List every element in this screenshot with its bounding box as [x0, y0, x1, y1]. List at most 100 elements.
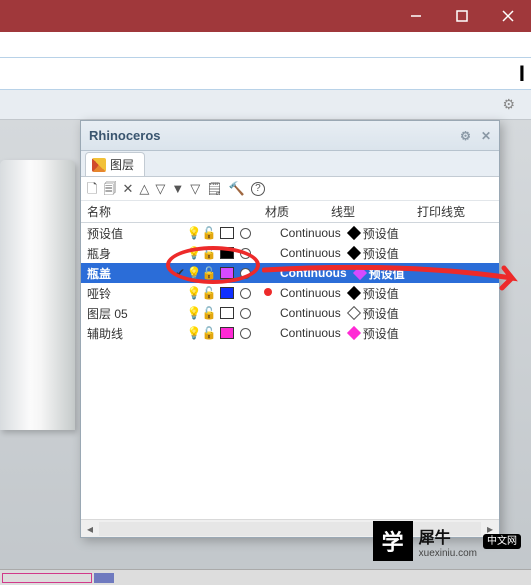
layer-name: 图层 05: [87, 305, 173, 322]
layer-name: 哑铃: [87, 285, 173, 302]
lock-icon[interactable]: 🔓: [201, 306, 217, 320]
layer-rows: 预设值💡🔓Continuous预设值瓶身💡🔓Continuous预设值瓶盖✔💡🔓…: [81, 223, 499, 485]
col-printwidth[interactable]: 打印线宽: [411, 203, 499, 220]
tab-label: 图层: [110, 156, 134, 173]
watermark-glyph: 学: [373, 521, 413, 561]
visibility-icon[interactable]: 💡: [187, 306, 201, 320]
printcolor-swatch[interactable]: [347, 326, 361, 340]
layer-row[interactable]: 图层 05 💡🔓 Continuous 预设值: [81, 303, 499, 323]
lock-icon[interactable]: 🔓: [201, 286, 217, 300]
move-up-icon[interactable]: △: [139, 182, 149, 195]
color-swatch[interactable]: [220, 247, 234, 259]
maximize-button[interactable]: [439, 0, 485, 32]
model-cylinder: [0, 160, 75, 430]
panel-gear-icon[interactable]: ⚙: [460, 129, 471, 143]
scroll-left-icon[interactable]: ◂: [81, 522, 99, 536]
lock-icon[interactable]: 🔓: [201, 266, 217, 280]
lock-icon[interactable]: 🔓: [201, 326, 217, 340]
printwidth-value[interactable]: 预设值: [363, 225, 399, 242]
props-icon[interactable]: 🗒: [206, 182, 223, 195]
printwidth-value[interactable]: 预设值: [369, 265, 405, 282]
printwidth-value[interactable]: 预设值: [363, 245, 399, 262]
copy-layer-icon[interactable]: 🗐: [103, 182, 116, 195]
layer-name: 瓶盖: [87, 265, 173, 282]
lock-icon[interactable]: 🔓: [201, 246, 217, 260]
close-button[interactable]: [485, 0, 531, 32]
layer-row[interactable]: 瓶盖✔💡🔓 Continuous 预设值: [81, 263, 499, 283]
color-swatch[interactable]: [220, 327, 234, 339]
layer-row[interactable]: 瓶身💡🔓Continuous预设值: [81, 243, 499, 263]
funnel-icon[interactable]: ▽: [190, 182, 200, 195]
visibility-icon[interactable]: 💡: [187, 286, 201, 300]
layer-toolbar: 🗋 🗐 ✕ △ ▽ ▼ ▽ 🗒 🔨 ?: [81, 177, 499, 201]
color-swatch[interactable]: [220, 287, 234, 299]
delete-layer-icon[interactable]: ✕: [122, 182, 133, 195]
panel-header[interactable]: Rhinoceros ⚙ ✕: [81, 121, 499, 151]
window-titlebar: [0, 0, 531, 32]
linetype-value[interactable]: Continuous: [254, 266, 347, 280]
material-swatch[interactable]: [240, 328, 251, 339]
color-swatch[interactable]: [220, 307, 234, 319]
new-layer-icon[interactable]: 🗋: [87, 182, 97, 195]
move-down-icon[interactable]: ▽: [155, 182, 165, 195]
color-swatch[interactable]: [220, 267, 234, 279]
printwidth-value[interactable]: 预设值: [363, 285, 399, 302]
color-swatch[interactable]: [220, 227, 234, 239]
layers-panel: Rhinoceros ⚙ ✕ 图层 🗋 🗐 ✕ △ ▽ ▼ ▽ 🗒 🔨 ? 名: [80, 120, 500, 538]
watermark-url: xuexiniu.com: [419, 548, 477, 559]
layer-name: 辅助线: [87, 325, 173, 342]
linetype-value[interactable]: Continuous: [254, 226, 341, 240]
status-seg-1: [2, 573, 92, 583]
viewport[interactable]: Rhinoceros ⚙ ✕ 图层 🗋 🗐 ✕ △ ▽ ▼ ▽ 🗒 🔨 ? 名: [0, 120, 531, 585]
menubar: [0, 32, 531, 58]
tab-layers[interactable]: 图层: [85, 152, 145, 176]
printwidth-value[interactable]: 预设值: [363, 305, 399, 322]
status-strip: [0, 569, 531, 585]
visibility-icon[interactable]: 💡: [187, 226, 201, 240]
current-layer-icon[interactable]: ✔: [173, 266, 187, 280]
panel-close-icon[interactable]: ✕: [481, 129, 491, 143]
linetype-value[interactable]: Continuous: [254, 286, 341, 300]
panel-tabbar: 图层: [81, 151, 499, 177]
layer-row[interactable]: 哑铃 💡🔓 Continuous 预设值: [81, 283, 499, 303]
status-seg-2: [94, 573, 114, 583]
column-headers: 名称 材质 线型 打印线宽: [81, 201, 499, 223]
gear-icon[interactable]: ⚙: [502, 96, 515, 113]
help-icon[interactable]: ?: [251, 182, 265, 196]
col-linetype[interactable]: 线型: [325, 203, 411, 220]
text-cursor: I: [519, 61, 525, 87]
printwidth-value[interactable]: 预设值: [363, 325, 399, 342]
watermark-text: 犀牛: [419, 524, 451, 548]
printcolor-swatch[interactable]: [347, 226, 361, 240]
layers-icon: [92, 158, 106, 172]
material-swatch[interactable]: [240, 228, 251, 239]
layer-row[interactable]: 辅助线 💡🔓 Continuous 预设值: [81, 323, 499, 343]
layer-name: 预设值: [87, 225, 173, 242]
lock-icon[interactable]: 🔓: [201, 226, 217, 240]
visibility-icon[interactable]: 💡: [187, 266, 201, 280]
printcolor-swatch[interactable]: [353, 266, 367, 280]
watermark: 学 犀牛 xuexiniu.com 中文网: [373, 521, 521, 561]
material-swatch[interactable]: [240, 248, 251, 259]
col-material[interactable]: 材质: [229, 203, 325, 220]
material-swatch[interactable]: [240, 268, 251, 279]
layer-row[interactable]: 预设值 💡🔓 Continuous 预设值: [81, 223, 499, 243]
watermark-badge: 中文网: [483, 534, 521, 549]
printcolor-swatch[interactable]: [347, 286, 361, 300]
minimize-button[interactable]: [393, 0, 439, 32]
material-swatch[interactable]: [240, 308, 251, 319]
visibility-icon[interactable]: 💡: [187, 326, 201, 340]
printcolor-swatch[interactable]: [347, 246, 361, 260]
panel-title: Rhinoceros: [89, 128, 161, 143]
filter-icon[interactable]: ▼: [171, 182, 184, 195]
printcolor-swatch[interactable]: [347, 306, 361, 320]
linetype-value[interactable]: Continuous: [254, 306, 341, 320]
linetype-value[interactable]: Continuous: [254, 326, 341, 340]
col-name[interactable]: 名称: [81, 203, 229, 220]
linetype-value[interactable]: Continuous: [254, 246, 341, 260]
tools-icon[interactable]: 🔨: [229, 182, 245, 195]
material-swatch[interactable]: [240, 288, 251, 299]
command-strip: I: [0, 58, 531, 90]
visibility-icon[interactable]: 💡: [187, 246, 201, 260]
options-bar: ⚙: [0, 90, 531, 120]
